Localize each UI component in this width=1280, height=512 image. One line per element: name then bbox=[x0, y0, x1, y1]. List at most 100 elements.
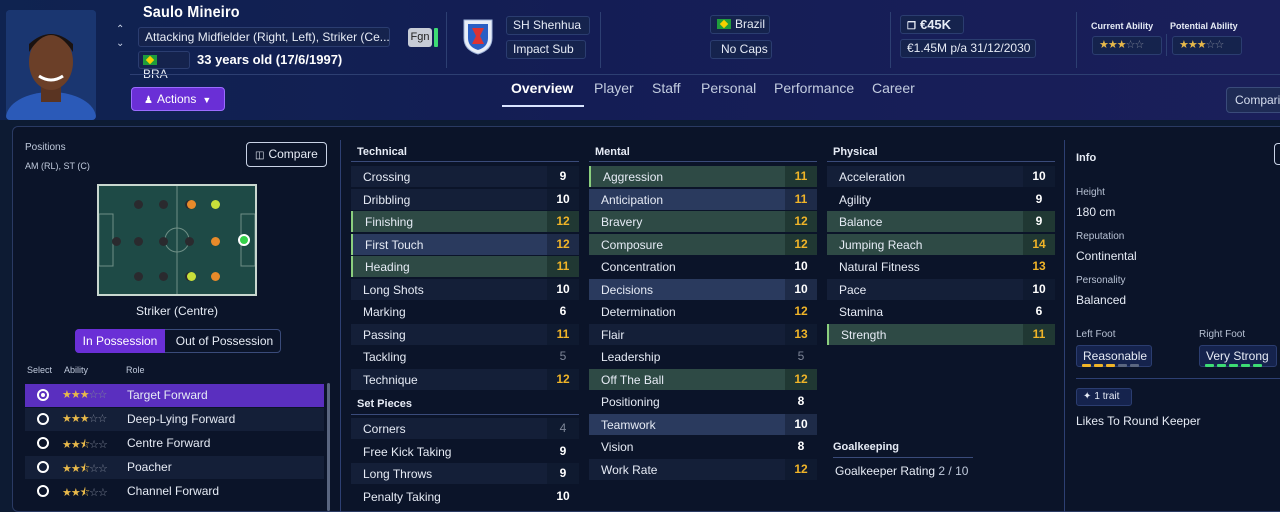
role-radio[interactable] bbox=[37, 461, 49, 473]
attribute-row[interactable]: Vision 8 bbox=[589, 436, 817, 457]
attribute-row[interactable]: Marking 6 bbox=[351, 301, 579, 322]
attribute-row[interactable]: Heading 11 bbox=[351, 256, 579, 277]
attribute-value: 10 bbox=[785, 278, 817, 300]
tab-player[interactable]: Player bbox=[594, 80, 634, 96]
value-pill: ❒ €45K bbox=[900, 15, 964, 34]
pitch-position-dot[interactable] bbox=[185, 237, 194, 246]
previous-player-icon[interactable]: ⌃ bbox=[116, 24, 124, 35]
roles-scrollbar[interactable] bbox=[327, 383, 330, 511]
attribute-row[interactable]: Corners 4 bbox=[351, 418, 579, 439]
brazil-flag-icon bbox=[717, 19, 731, 29]
attribute-row[interactable]: Passing 11 bbox=[351, 323, 579, 345]
tab-career[interactable]: Career bbox=[872, 80, 915, 96]
attribute-name: Finishing bbox=[365, 215, 414, 229]
attribute-row[interactable]: Decisions 10 bbox=[589, 278, 817, 300]
role-row[interactable]: ★★★☆☆ Target Forward bbox=[25, 384, 324, 407]
price-tag-icon: ❒ bbox=[907, 21, 916, 32]
attribute-value: 9 bbox=[559, 443, 567, 458]
attribute-row[interactable]: Long Throws 9 bbox=[351, 463, 579, 484]
attribute-row[interactable]: Dribbling 10 bbox=[351, 188, 579, 210]
pitch-position-dot[interactable] bbox=[211, 200, 220, 209]
role-radio[interactable] bbox=[37, 437, 49, 449]
actions-button[interactable]: ♟ Actions ▼ bbox=[131, 87, 225, 111]
attribute-row[interactable]: Anticipation 11 bbox=[589, 188, 817, 210]
attribute-row[interactable]: Crossing 9 bbox=[351, 166, 579, 187]
tab-overview[interactable]: Overview bbox=[511, 80, 573, 96]
potential-ability-label: Potential Ability bbox=[1170, 21, 1238, 31]
attribute-value: 10 bbox=[547, 278, 579, 300]
tab-personal[interactable]: Personal bbox=[701, 80, 756, 96]
traits-badge[interactable]: ✦ 1 trait bbox=[1076, 388, 1132, 406]
attribute-row[interactable]: Composure 12 bbox=[589, 233, 817, 255]
attribute-row[interactable]: Finishing 12 bbox=[351, 211, 579, 232]
role-ability-stars: ★★⯪☆☆ bbox=[62, 439, 108, 451]
attribute-row[interactable]: Pace 10 bbox=[827, 278, 1055, 300]
attribute-row[interactable]: First Touch 12 bbox=[351, 233, 579, 255]
person-icon: ♟ bbox=[144, 95, 153, 106]
attribute-row[interactable]: Agility 9 bbox=[827, 189, 1055, 210]
ability-column-header: Ability bbox=[64, 365, 89, 375]
out-of-possession-button[interactable]: Out of Possession bbox=[168, 329, 281, 353]
attribute-row[interactable]: Bravery 12 bbox=[589, 211, 817, 232]
attribute-row[interactable]: Flair 13 bbox=[589, 323, 817, 345]
attribute-row[interactable]: Jumping Reach 14 bbox=[827, 233, 1055, 255]
pitch-position-dot[interactable] bbox=[134, 237, 143, 246]
attribute-row[interactable]: Free Kick Taking 9 bbox=[351, 441, 579, 462]
sparkle-icon: ✦ bbox=[1083, 391, 1092, 402]
tab-performance[interactable]: Performance bbox=[774, 80, 854, 96]
club-crest-icon[interactable] bbox=[458, 16, 498, 56]
country-pill[interactable]: Brazil bbox=[710, 15, 770, 34]
attribute-row[interactable]: Aggression 11 bbox=[589, 166, 817, 187]
attribute-row[interactable]: Penalty Taking 10 bbox=[351, 486, 579, 507]
pitch-position-dot[interactable] bbox=[159, 200, 168, 209]
pitch-position-dot[interactable] bbox=[112, 237, 121, 246]
technical-title: Technical bbox=[357, 146, 407, 158]
role-radio[interactable] bbox=[37, 389, 49, 401]
pitch-position-dot[interactable] bbox=[159, 272, 168, 281]
pitch-position-dot[interactable] bbox=[187, 200, 196, 209]
attribute-name: Long Throws bbox=[363, 467, 433, 481]
attribute-row[interactable]: Off The Ball 12 bbox=[589, 368, 817, 390]
in-possession-button[interactable]: In Possession bbox=[75, 329, 165, 353]
attribute-row[interactable]: Technique 12 bbox=[351, 368, 579, 390]
role-row[interactable]: ★★⯪☆☆ Centre Forward bbox=[25, 432, 324, 455]
selected-position-dot[interactable] bbox=[238, 234, 250, 246]
pitch-position-dot[interactable] bbox=[134, 272, 143, 281]
attribute-row[interactable]: Leadership 5 bbox=[589, 346, 817, 367]
attribute-row[interactable]: Concentration 10 bbox=[589, 256, 817, 277]
role-radio[interactable] bbox=[37, 413, 49, 425]
attribute-row[interactable]: Acceleration 10 bbox=[827, 166, 1055, 187]
role-row[interactable]: ★★⯪☆☆ Channel Forward bbox=[25, 480, 324, 503]
info-menu-button[interactable] bbox=[1274, 143, 1280, 165]
role-radio[interactable] bbox=[37, 485, 49, 497]
attribute-row[interactable]: Positioning 8 bbox=[589, 391, 817, 412]
role-row[interactable]: ★★⯪☆☆ Poacher bbox=[25, 456, 324, 479]
attribute-row[interactable]: Natural Fitness 13 bbox=[827, 256, 1055, 277]
attribute-row[interactable]: Teamwork 10 bbox=[589, 413, 817, 435]
attribute-row[interactable]: Tackling 5 bbox=[351, 346, 579, 367]
attribute-name: Long Shots bbox=[363, 282, 424, 297]
attribute-name: Tackling bbox=[363, 350, 407, 364]
attribute-row[interactable]: Determination 12 bbox=[589, 301, 817, 322]
attribute-row[interactable]: Strength 11 bbox=[827, 323, 1055, 345]
club-name[interactable]: SH Shenhua bbox=[506, 16, 590, 35]
compare-button[interactable]: ◫ Compare bbox=[246, 142, 327, 167]
attribute-row[interactable]: Balance 9 bbox=[827, 211, 1055, 232]
position-pitch[interactable] bbox=[97, 184, 257, 296]
role-row[interactable]: ★★★☆☆ Deep-Lying Forward bbox=[25, 408, 324, 431]
pitch-position-dot[interactable] bbox=[211, 237, 220, 246]
attribute-value: 8 bbox=[797, 439, 805, 453]
attribute-value: 12 bbox=[547, 211, 579, 232]
attribute-name: Flair bbox=[601, 327, 625, 342]
pitch-position-dot[interactable] bbox=[134, 200, 143, 209]
next-player-icon[interactable]: ⌄ bbox=[116, 38, 124, 49]
attribute-row[interactable]: Stamina 6 bbox=[827, 301, 1055, 322]
pitch-position-dot[interactable] bbox=[187, 272, 196, 281]
current-ability-stars: ★★★☆☆ bbox=[1092, 36, 1162, 55]
pitch-position-dot[interactable] bbox=[159, 237, 168, 246]
attribute-row[interactable]: Long Shots 10 bbox=[351, 278, 579, 300]
attribute-row[interactable]: Work Rate 12 bbox=[589, 458, 817, 480]
comparison-button[interactable]: Comparis bbox=[1226, 87, 1280, 113]
pitch-position-dot[interactable] bbox=[211, 272, 220, 281]
tab-staff[interactable]: Staff bbox=[652, 80, 681, 96]
